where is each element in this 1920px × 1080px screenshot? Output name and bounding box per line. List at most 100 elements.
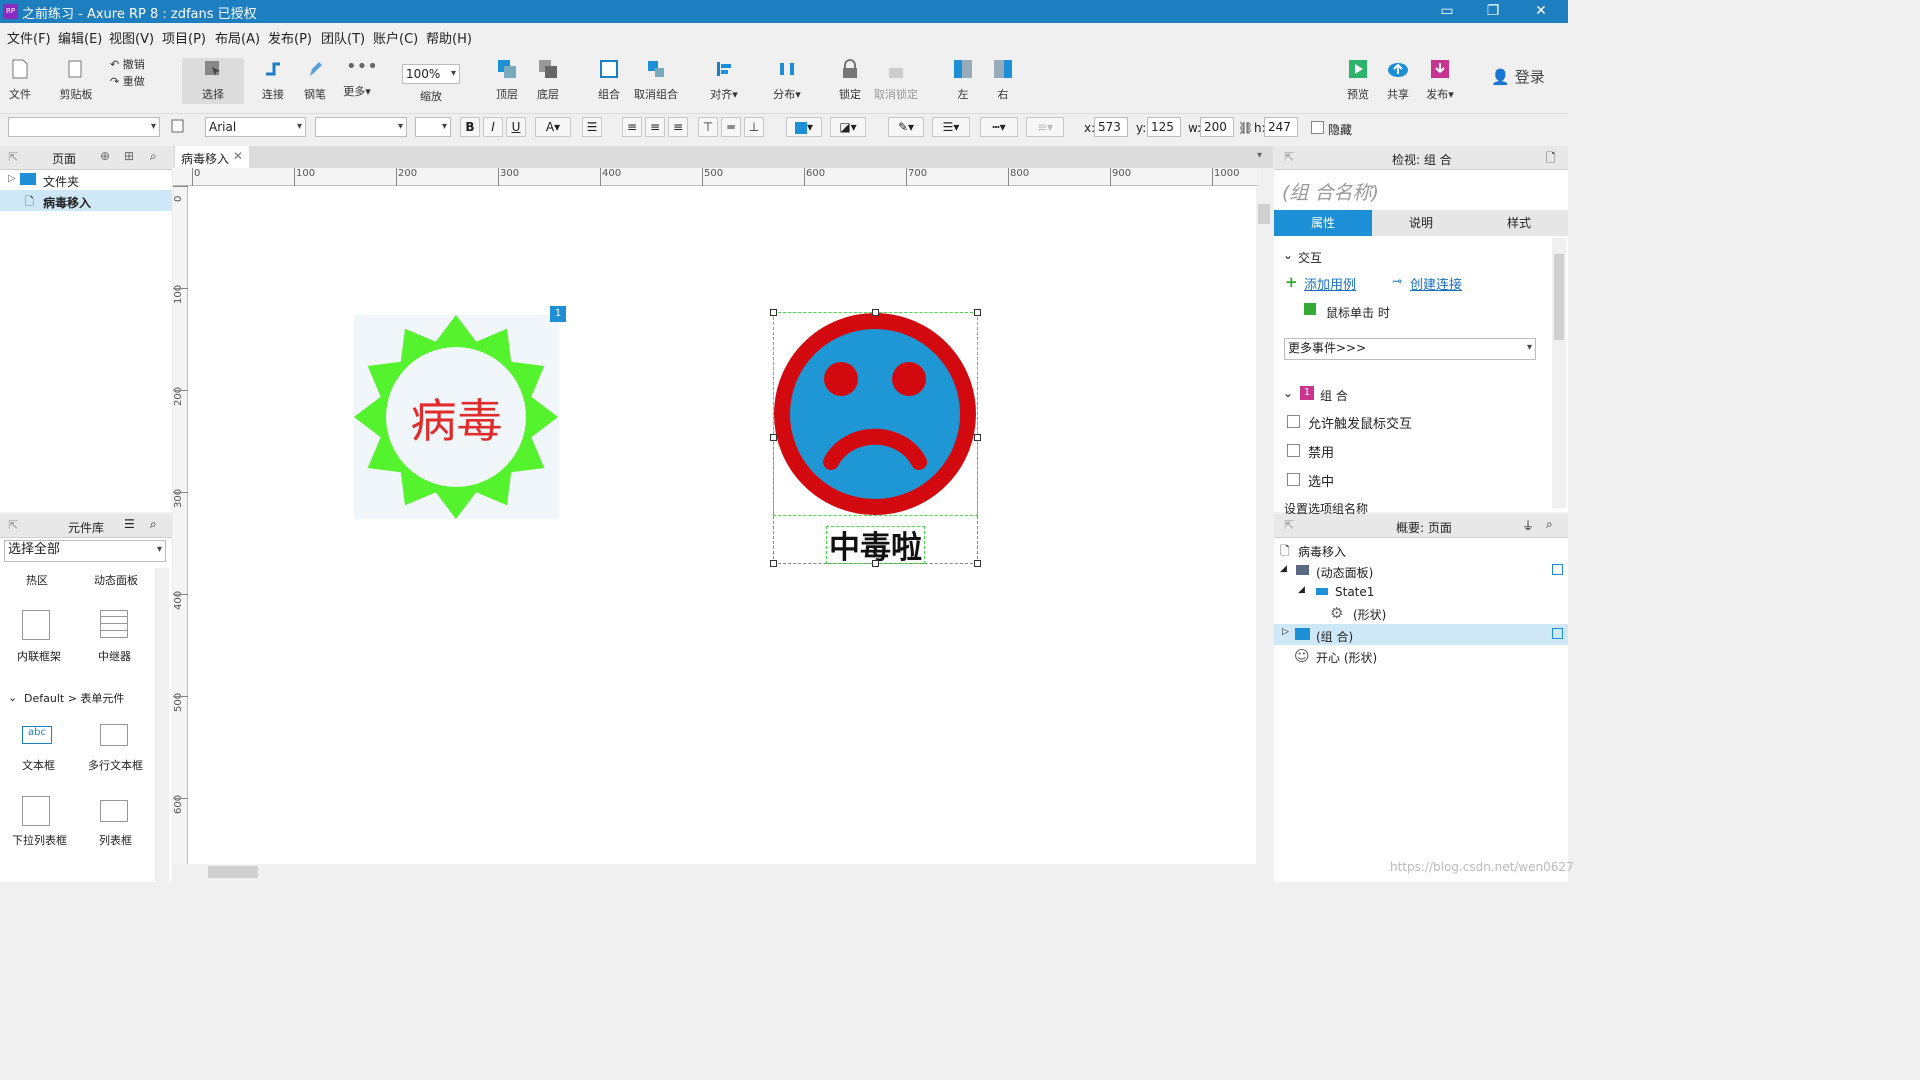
menu-view[interactable]: 视图(V) xyxy=(109,28,154,47)
page-item[interactable]: 🗋 病毒移入 xyxy=(0,190,172,211)
resize-handle-w[interactable] xyxy=(770,434,777,441)
expand-icon[interactable]: ▷ xyxy=(8,173,16,184)
tab-page[interactable]: 病毒移入 ✕ xyxy=(175,146,249,168)
menu-layout[interactable]: 布局(A) xyxy=(215,28,260,47)
textarea-item[interactable]: 多行文本框 xyxy=(88,757,143,773)
font-size-select[interactable] xyxy=(415,117,451,137)
library-section-title[interactable]: Default > 表单元件 xyxy=(24,690,124,706)
collapse-triangle-icon[interactable]: ◢ xyxy=(1280,564,1287,574)
y-input[interactable]: 125 xyxy=(1147,117,1181,137)
selected-checkbox[interactable] xyxy=(1287,472,1300,486)
outline-group-row[interactable]: ▷ (组 合) xyxy=(1274,624,1568,645)
resize-handle-e[interactable] xyxy=(974,434,981,441)
canvas-horizontal-scrollbar[interactable] xyxy=(188,864,1256,880)
add-folder-icon[interactable]: ⊞ xyxy=(124,149,134,163)
italic-button[interactable]: I xyxy=(483,117,503,137)
hotspot-item[interactable]: 热区 xyxy=(26,572,48,588)
file-button[interactable]: 文件 xyxy=(6,58,34,102)
inline-frame-item[interactable]: 内联框架 xyxy=(17,648,61,664)
interaction-chevron-icon[interactable]: ⌄ xyxy=(1283,248,1293,262)
send-to-back-button[interactable]: 底层 xyxy=(533,58,563,102)
bring-to-front-button[interactable]: 顶层 xyxy=(492,58,522,102)
add-page-icon[interactable]: ⊕ xyxy=(100,149,110,163)
dynamic-panel-item[interactable]: 动态面板 xyxy=(94,572,138,588)
state-collapse-icon[interactable]: ◢ xyxy=(1298,585,1305,595)
virus-dynamic-panel[interactable]: 病毒 xyxy=(354,315,559,519)
tab-properties[interactable]: 属性 xyxy=(1274,210,1372,236)
w-input[interactable]: 200 xyxy=(1200,117,1234,137)
filter-icon[interactable]: ⏚ xyxy=(1522,517,1534,534)
line-style-button[interactable]: ┅▾ xyxy=(980,117,1018,137)
publish-button[interactable]: 发布▾ xyxy=(1422,58,1458,102)
bold-button[interactable]: B xyxy=(460,117,480,137)
underline-button[interactable]: U xyxy=(506,117,526,137)
library-search-icon[interactable]: ⌕ xyxy=(150,517,157,532)
undo-button[interactable]: ↶ 撤销 xyxy=(110,56,154,72)
outline-state-row[interactable]: ◢ State1 xyxy=(1274,582,1568,602)
pen-button[interactable]: 钢笔 xyxy=(300,58,330,102)
folder-item[interactable]: ▷ 文件夹 xyxy=(0,170,172,190)
ungroup-button[interactable]: 取消组合 xyxy=(632,58,680,102)
tab-menu-icon[interactable]: ▾ xyxy=(1257,150,1262,161)
align-left-button[interactable]: 左 xyxy=(950,58,976,102)
library-select[interactable]: 选择全部 xyxy=(4,540,166,562)
preview-button[interactable]: 预览 xyxy=(1344,58,1372,102)
outline-page-row[interactable]: 🗋 病毒移入 xyxy=(1274,540,1568,560)
align-text-right-button[interactable]: ≡ xyxy=(668,117,688,137)
notes-icon[interactable]: 🗋 xyxy=(1546,149,1556,170)
line-color-button[interactable]: ✎▾ xyxy=(888,117,924,137)
unlock-button[interactable]: 取消锁定 xyxy=(874,58,918,102)
repeater-item[interactable]: 中继器 xyxy=(98,648,131,664)
shadow-button[interactable]: ◪▾ xyxy=(830,117,866,137)
collapse-icon[interactable]: ⇱ xyxy=(8,150,18,164)
outline-search-icon[interactable]: ⌕ xyxy=(1546,517,1553,532)
minimize-button[interactable]: ▭ xyxy=(1436,2,1458,20)
more-button[interactable]: ••• 更多▾ xyxy=(338,58,378,99)
format-painter-icon[interactable] xyxy=(170,118,186,134)
align-right-button[interactable]: 右 xyxy=(990,58,1016,102)
library-scrollbar[interactable] xyxy=(155,568,169,882)
valign-top-button[interactable]: ⊤ xyxy=(698,117,718,137)
resize-handle-se[interactable] xyxy=(974,560,981,567)
outline-shape-row[interactable]: ⚙ (形状) xyxy=(1274,603,1568,623)
resize-handle-sw[interactable] xyxy=(770,560,777,567)
tab-style[interactable]: 样式 xyxy=(1470,210,1568,236)
resize-handle-s[interactable] xyxy=(872,560,879,567)
canvas-vertical-scrollbar[interactable] xyxy=(1256,186,1272,864)
aspect-lock-icon[interactable]: ⛓ xyxy=(1238,121,1253,135)
group-name-input[interactable]: (组 合名称) xyxy=(1282,178,1379,205)
inspector-scrollbar[interactable] xyxy=(1552,238,1566,508)
valign-middle-button[interactable]: ═ xyxy=(721,117,741,137)
outline-collapse-icon[interactable]: ⇱ xyxy=(1284,518,1294,532)
menu-team[interactable]: 团队(T) xyxy=(321,28,365,47)
valign-bottom-button[interactable]: ⊥ xyxy=(744,117,764,137)
allow-mouse-checkbox[interactable] xyxy=(1287,414,1300,428)
interaction-badge[interactable]: 1 xyxy=(550,306,566,322)
align-button[interactable]: 对齐▾ xyxy=(706,58,742,102)
library-menu-icon[interactable]: ☰ xyxy=(124,517,135,531)
resize-handle-n[interactable] xyxy=(872,309,879,316)
resize-handle-nw[interactable] xyxy=(770,309,777,316)
fill-color-button[interactable]: ▾ xyxy=(786,117,822,137)
dropdown-item[interactable]: 下拉列表框 xyxy=(12,832,67,848)
menu-account[interactable]: 账户(C) xyxy=(373,28,418,47)
disable-checkbox[interactable] xyxy=(1287,443,1300,457)
style-select[interactable] xyxy=(8,117,160,137)
outline-dynamic-panel-row[interactable]: ◢ (动态面板) xyxy=(1274,561,1568,581)
design-canvas[interactable]: 病毒 1 中毒啦 xyxy=(188,186,1256,864)
inspector-scroll-thumb[interactable] xyxy=(1554,254,1564,340)
menu-file[interactable]: 文件(F) xyxy=(7,28,51,47)
login-button[interactable]: 👤 登录 xyxy=(1490,66,1546,87)
font-style-select[interactable] xyxy=(315,117,407,137)
menu-help[interactable]: 帮助(H) xyxy=(426,28,472,47)
canvas-hscroll-thumb[interactable] xyxy=(208,866,258,878)
sad-face-shape[interactable] xyxy=(773,312,978,516)
arrow-style-button[interactable]: ≡▾ xyxy=(1026,117,1064,137)
distribute-button[interactable]: 分布▾ xyxy=(768,58,806,102)
create-link-link[interactable]: 创建连接 xyxy=(1410,274,1462,293)
group-chevron-icon[interactable]: ⌄ xyxy=(1283,386,1293,400)
align-text-left-button[interactable]: ≡ xyxy=(622,117,642,137)
clipboard-button[interactable]: 剪贴板 xyxy=(56,58,96,102)
on-click-event[interactable]: 鼠标单击 时 xyxy=(1326,304,1390,321)
share-button[interactable]: 共享 xyxy=(1384,58,1412,102)
